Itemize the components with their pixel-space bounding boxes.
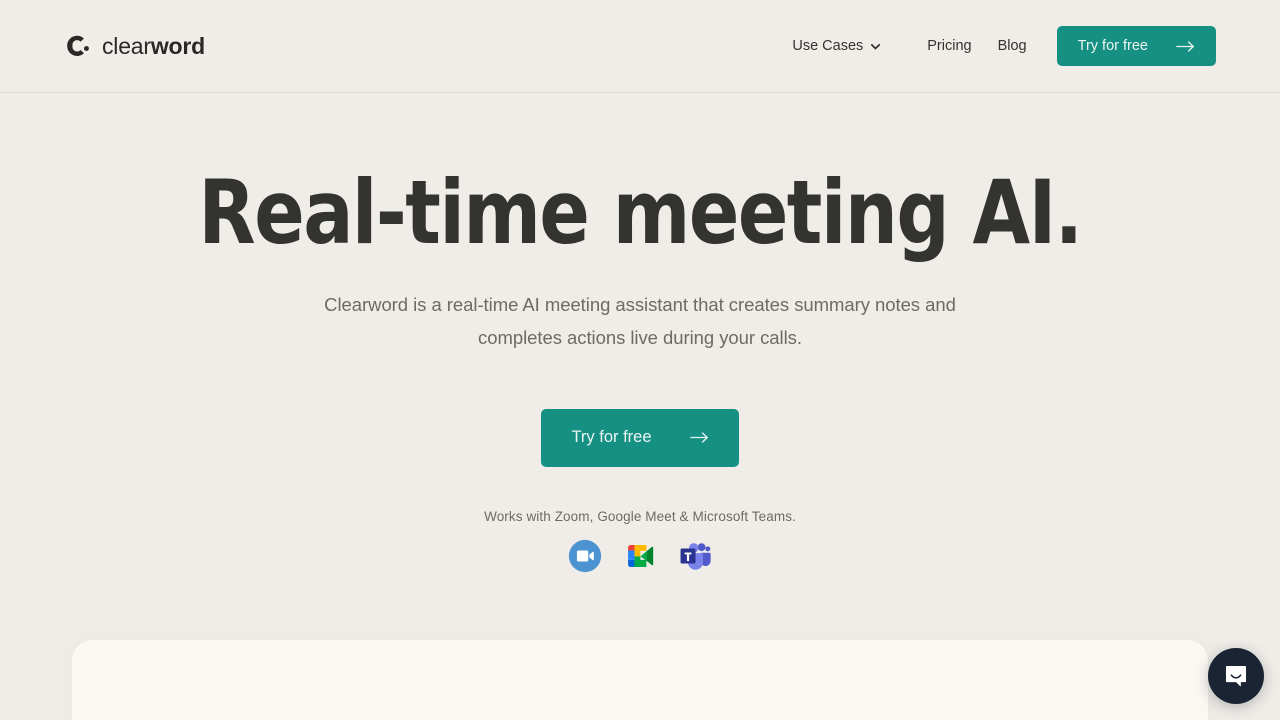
hero-section: Real-time meeting AI. Clearword is a rea…: [0, 93, 1280, 573]
nav-item-pricing[interactable]: Pricing: [927, 32, 971, 60]
hero-try-for-free-label: Try for free: [571, 428, 652, 447]
nav-item-blog-label: Blog: [997, 38, 1027, 54]
integration-icons: [0, 539, 1280, 573]
hero-try-for-free-button[interactable]: Try for free: [541, 408, 739, 467]
header-try-for-free-button[interactable]: Try for free: [1056, 26, 1216, 66]
microsoft-teams-icon: [678, 539, 712, 573]
brand-name-bold: word: [150, 32, 205, 59]
nav-item-pricing-label: Pricing: [927, 38, 972, 54]
nav-item-blog[interactable]: Blog: [998, 32, 1027, 60]
arrow-right-icon: [689, 431, 709, 444]
nav-item-use-cases[interactable]: Use Cases: [792, 32, 881, 60]
clearword-c-dot-logo: [64, 33, 91, 60]
nav-item-use-cases-label: Use Cases: [792, 38, 864, 54]
hero-cta-container: Try for free: [0, 408, 1280, 467]
brand-logo-link[interactable]: clearword: [64, 33, 205, 60]
chat-launcher-button[interactable]: [1208, 648, 1264, 704]
brand-name-light: clear: [102, 32, 151, 59]
main-navigation: Use Cases Pricing Blog Try for free: [792, 26, 1216, 66]
site-header: clearword Use Cases Pricing Blog Try for…: [0, 0, 1280, 93]
chevron-down-icon: [870, 40, 881, 52]
header-try-for-free-label: Try for free: [1077, 38, 1148, 54]
brand-name: clearword: [102, 33, 205, 60]
google-meet-icon: [623, 539, 657, 573]
hero-subtitle: Clearword is a real-time AI meeting assi…: [324, 294, 956, 348]
intercom-chat-icon: [1223, 663, 1249, 689]
works-with-text: Works with Zoom, Google Meet & Microsoft…: [484, 508, 796, 524]
page-title: Real-time meeting AI.: [198, 161, 1083, 264]
zoom-icon: [568, 539, 602, 573]
product-showcase-card: [72, 640, 1208, 720]
arrow-right-icon: [1176, 40, 1195, 53]
